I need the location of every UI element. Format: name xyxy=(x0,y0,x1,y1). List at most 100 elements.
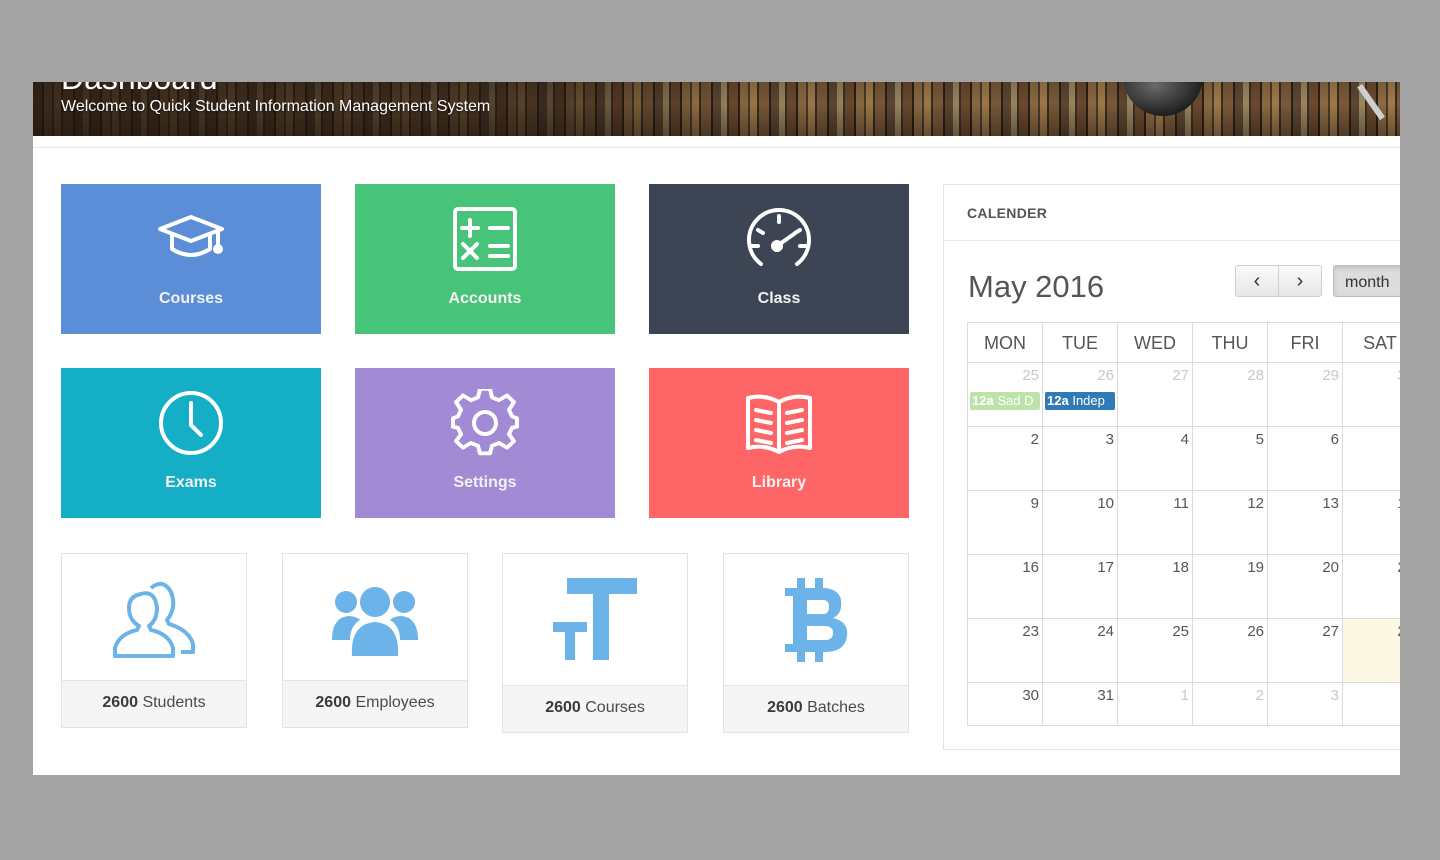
calendar-day-cell[interactable]: 1 xyxy=(1117,682,1192,726)
calendar-day-cell-today[interactable]: 28 xyxy=(1342,618,1400,682)
calendar-day-cell[interactable]: 28 xyxy=(1192,362,1267,426)
tile-courses[interactable]: Courses xyxy=(61,184,321,334)
calendar-day-cell[interactable]: 2 xyxy=(967,426,1042,490)
day-number: 14 xyxy=(1397,495,1400,512)
calendar-day-cell[interactable]: 25 xyxy=(1117,618,1192,682)
calendar-day-cell[interactable]: 16 xyxy=(967,554,1042,618)
stat-label: Courses xyxy=(585,699,645,716)
day-number: 3 xyxy=(1105,431,1114,448)
weekday-header: THU xyxy=(1192,322,1267,362)
dashboard-page: Dashboard Welcome to Quick Student Infor… xyxy=(33,82,1400,775)
stat-batches[interactable]: 2600 Batches xyxy=(723,553,909,733)
calendar-event[interactable]: 12a Sad D xyxy=(970,392,1040,410)
tile-label: Courses xyxy=(158,290,224,307)
stat-count: 2600 xyxy=(315,694,351,711)
calendar-day-cell[interactable]: 4 xyxy=(1117,426,1192,490)
stat-footer: 2600 Students xyxy=(62,680,246,727)
calendar-day-cell[interactable]: 26 xyxy=(1192,618,1267,682)
stat-label: Batches xyxy=(807,699,865,716)
clock-icon xyxy=(61,388,321,458)
bitcoin-icon xyxy=(724,554,908,685)
tile-settings[interactable]: Settings xyxy=(355,368,615,518)
day-number: 16 xyxy=(1022,559,1039,576)
day-number: 6 xyxy=(1330,431,1339,448)
calendar-day-cell[interactable]: 25 12a Sad D xyxy=(967,362,1042,426)
day-number: 27 xyxy=(1172,367,1189,384)
tile-label: Settings xyxy=(453,474,517,491)
calendar-day-cell[interactable]: 10 xyxy=(1042,490,1117,554)
chevron-left-icon: ‹ xyxy=(1253,270,1261,292)
day-number: 1 xyxy=(1180,687,1189,704)
calendar-day-cell[interactable]: 14 xyxy=(1342,490,1400,554)
chevron-right-icon: › xyxy=(1296,270,1304,292)
stat-count: 2600 xyxy=(102,694,138,711)
stat-footer: 2600 Courses xyxy=(503,685,687,732)
day-number: 11 xyxy=(1173,495,1189,512)
calendar-prev-button[interactable]: ‹ xyxy=(1235,265,1279,297)
calendar-day-cell[interactable]: 4 xyxy=(1342,682,1400,726)
calendar-day-cell[interactable]: 30 xyxy=(1342,362,1400,426)
calendar-day-cell[interactable]: 23 xyxy=(967,618,1042,682)
calendar-day-cell[interactable]: 6 xyxy=(1267,426,1342,490)
calendar-day-cell[interactable]: 19 xyxy=(1192,554,1267,618)
stat-count: 2600 xyxy=(767,699,803,716)
day-number: 30 xyxy=(1022,687,1039,704)
calendar-day-cell[interactable]: 24 xyxy=(1042,618,1117,682)
calendar-day-cell[interactable]: 7 xyxy=(1342,426,1400,490)
calendar-panel: CALENDER May 2016 ‹ › month MON TUE WED … xyxy=(943,184,1400,750)
calendar-next-button[interactable]: › xyxy=(1278,265,1322,297)
day-number: 9 xyxy=(1030,495,1039,512)
text-size-icon xyxy=(503,554,687,685)
stat-employees[interactable]: 2600 Employees xyxy=(282,553,468,728)
tile-label: Accounts xyxy=(448,290,522,307)
calendar-day-cell[interactable]: 30 xyxy=(967,682,1042,726)
day-number: 25 xyxy=(1022,367,1039,384)
calendar-day-cell[interactable]: 18 xyxy=(1117,554,1192,618)
graduation-cap-icon xyxy=(61,204,321,274)
calendar-month-view-button[interactable]: month xyxy=(1333,265,1400,297)
calendar-day-cell[interactable]: 20 xyxy=(1267,554,1342,618)
calendar-day-cell[interactable]: 3 xyxy=(1042,426,1117,490)
calendar-day-cell[interactable]: 17 xyxy=(1042,554,1117,618)
calendar-day-cell[interactable]: 9 xyxy=(967,490,1042,554)
calendar-day-cell[interactable]: 3 xyxy=(1267,682,1342,726)
day-number: 3 xyxy=(1330,687,1339,704)
day-number: 28 xyxy=(1247,367,1264,384)
weekday-header: FRI xyxy=(1267,322,1342,362)
calendar-day-cell[interactable]: 27 xyxy=(1117,362,1192,426)
tile-class[interactable]: Class xyxy=(649,184,909,334)
day-number: 26 xyxy=(1247,623,1264,640)
stat-footer: 2600 Employees xyxy=(283,680,467,727)
tile-label: Library xyxy=(751,474,807,491)
stat-footer: 2600 Batches xyxy=(724,685,908,732)
calendar-day-cell[interactable]: 5 xyxy=(1192,426,1267,490)
calendar-day-cell[interactable]: 26 12a Indep xyxy=(1042,362,1117,426)
day-number: 4 xyxy=(1180,431,1189,448)
tile-library[interactable]: Library xyxy=(649,368,909,518)
calendar-day-cell[interactable]: 31 xyxy=(1042,682,1117,726)
header-divider xyxy=(33,147,1400,148)
calendar-day-cell[interactable]: 29 xyxy=(1267,362,1342,426)
header-banner: Dashboard Welcome to Quick Student Infor… xyxy=(33,82,1400,136)
weekday-header: WED xyxy=(1117,322,1192,362)
day-number: 25 xyxy=(1172,623,1189,640)
calendar-day-cell[interactable]: 13 xyxy=(1267,490,1342,554)
calendar-day-cell[interactable]: 11 xyxy=(1117,490,1192,554)
tile-accounts[interactable]: Accounts xyxy=(355,184,615,334)
calculator-icon xyxy=(355,204,615,274)
stat-count: 2600 xyxy=(545,699,581,716)
day-number: 17 xyxy=(1097,559,1114,576)
calendar-day-cell[interactable]: 2 xyxy=(1192,682,1267,726)
day-number: 27 xyxy=(1322,623,1339,640)
stat-courses[interactable]: 2600 Courses xyxy=(502,553,688,733)
calendar-day-cell[interactable]: 12 xyxy=(1192,490,1267,554)
book-icon xyxy=(649,388,909,458)
weekday-header: TUE xyxy=(1042,322,1117,362)
calendar-day-cell[interactable]: 21 xyxy=(1342,554,1400,618)
day-number: 24 xyxy=(1097,623,1114,640)
day-number: 2 xyxy=(1030,431,1039,448)
tile-exams[interactable]: Exams xyxy=(61,368,321,518)
stat-students[interactable]: 2600 Students xyxy=(61,553,247,728)
calendar-day-cell[interactable]: 27 xyxy=(1267,618,1342,682)
calendar-event[interactable]: 12a Indep xyxy=(1045,392,1115,410)
